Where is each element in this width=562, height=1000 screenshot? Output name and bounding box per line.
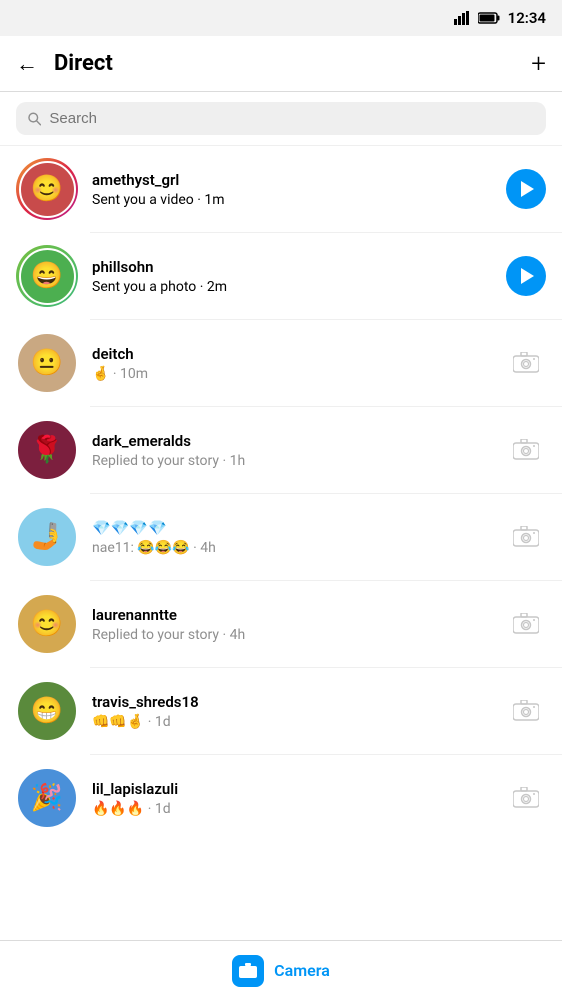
status-icons xyxy=(454,11,500,25)
camera-icon xyxy=(513,526,539,548)
search-input-wrapper[interactable] xyxy=(16,102,546,135)
avatar-ring: 🌹 xyxy=(16,419,78,481)
message-preview: Replied to your story · 1h xyxy=(92,453,506,469)
username: dark_emeralds xyxy=(92,432,506,450)
avatar-ring: 😁 xyxy=(16,680,78,742)
list-item[interactable]: 😁 travis_shreds18 👊👊🤞 · 1d xyxy=(0,668,562,754)
message-preview: 🔥🔥🔥 · 1d xyxy=(92,801,506,817)
new-message-button[interactable]: + xyxy=(531,49,546,79)
list-item[interactable]: 🎉 lil_lapislazuli 🔥🔥🔥 · 1d xyxy=(0,755,562,841)
username: travis_shreds18 xyxy=(92,693,506,711)
avatar: 🎉 xyxy=(16,767,78,829)
avatar-ring: 😄 xyxy=(16,245,78,307)
message-content: travis_shreds18 👊👊🤞 · 1d xyxy=(92,693,506,730)
message-preview: Sent you a photo · 2m xyxy=(92,279,506,295)
back-button[interactable]: ← xyxy=(16,47,46,81)
avatar-ring: 😐 xyxy=(16,332,78,394)
message-content: phillsohn Sent you a photo · 2m xyxy=(92,258,506,295)
username: phillsohn xyxy=(92,258,506,276)
time-display: 12:34 xyxy=(508,9,546,27)
action-icon xyxy=(506,517,546,557)
camera-icon xyxy=(513,439,539,461)
action-icon[interactable] xyxy=(506,169,546,209)
action-icon xyxy=(506,343,546,383)
camera-icon xyxy=(513,613,539,635)
action-icon xyxy=(506,430,546,470)
message-content: dark_emeralds Replied to your story · 1h xyxy=(92,432,506,469)
avatar: 🌹 xyxy=(16,419,78,481)
list-item[interactable]: 🤳 💎💎💎💎 nae11: 😂😂😂 · 4h xyxy=(0,494,562,580)
camera-icon xyxy=(513,352,539,374)
avatar-ring: 😊 xyxy=(16,158,78,220)
avatar-ring: 🎉 xyxy=(16,767,78,829)
signal-icon xyxy=(454,11,472,25)
action-icon xyxy=(506,691,546,731)
list-item[interactable]: 😊 laurenanntte Replied to your story · 4… xyxy=(0,581,562,667)
message-preview: Sent you a video · 1m xyxy=(92,192,506,208)
avatar-ring: 🤳 xyxy=(16,506,78,568)
username: 💎💎💎💎 xyxy=(92,519,506,537)
search-bar xyxy=(0,92,562,146)
camera-icon xyxy=(513,787,539,809)
username: amethyst_grl xyxy=(92,171,506,189)
action-icon xyxy=(506,778,546,818)
battery-icon xyxy=(478,12,500,24)
message-content: amethyst_grl Sent you a video · 1m xyxy=(92,171,506,208)
message-content: laurenanntte Replied to your story · 4h xyxy=(92,606,506,643)
message-preview: Replied to your story · 4h xyxy=(92,627,506,643)
avatar: 😄 xyxy=(19,248,76,305)
username: lil_lapislazuli xyxy=(92,780,506,798)
avatar: 🤳 xyxy=(16,506,78,568)
camera-icon xyxy=(513,700,539,722)
play-button[interactable] xyxy=(506,169,546,209)
username: deitch xyxy=(92,345,506,363)
avatar: 😊 xyxy=(16,593,78,655)
bottom-nav: Camera xyxy=(0,940,562,1000)
list-item[interactable]: 🌹 dark_emeralds Replied to your story · … xyxy=(0,407,562,493)
list-item[interactable]: 😐 deitch 🤞 · 10m xyxy=(0,320,562,406)
avatar: 😐 xyxy=(16,332,78,394)
username: laurenanntte xyxy=(92,606,506,624)
play-button[interactable] xyxy=(506,256,546,296)
message-preview: 👊👊🤞 · 1d xyxy=(92,714,506,730)
avatar-ring: 😊 xyxy=(16,593,78,655)
list-item[interactable]: 😊 amethyst_grl Sent you a video · 1m xyxy=(0,146,562,232)
message-preview: nae11: 😂😂😂 · 4h xyxy=(92,540,506,556)
page-title: Direct xyxy=(54,51,113,76)
camera-icon-small xyxy=(239,963,257,979)
avatar: 😁 xyxy=(16,680,78,742)
action-icon[interactable] xyxy=(506,256,546,296)
search-input[interactable] xyxy=(49,110,534,127)
status-bar: 12:34 xyxy=(0,0,562,36)
header: ← Direct + xyxy=(0,36,562,92)
messages-list: 😊 amethyst_grl Sent you a video · 1m 😄 xyxy=(0,146,562,938)
search-icon xyxy=(28,112,41,126)
avatar: 😊 xyxy=(19,161,76,218)
message-preview: 🤞 · 10m xyxy=(92,366,506,382)
camera-label[interactable]: Camera xyxy=(274,961,330,980)
message-content: 💎💎💎💎 nae11: 😂😂😂 · 4h xyxy=(92,519,506,556)
list-item[interactable]: 😄 phillsohn Sent you a photo · 2m xyxy=(0,233,562,319)
message-content: deitch 🤞 · 10m xyxy=(92,345,506,382)
camera-nav-icon xyxy=(232,955,264,987)
message-content: lil_lapislazuli 🔥🔥🔥 · 1d xyxy=(92,780,506,817)
action-icon xyxy=(506,604,546,644)
